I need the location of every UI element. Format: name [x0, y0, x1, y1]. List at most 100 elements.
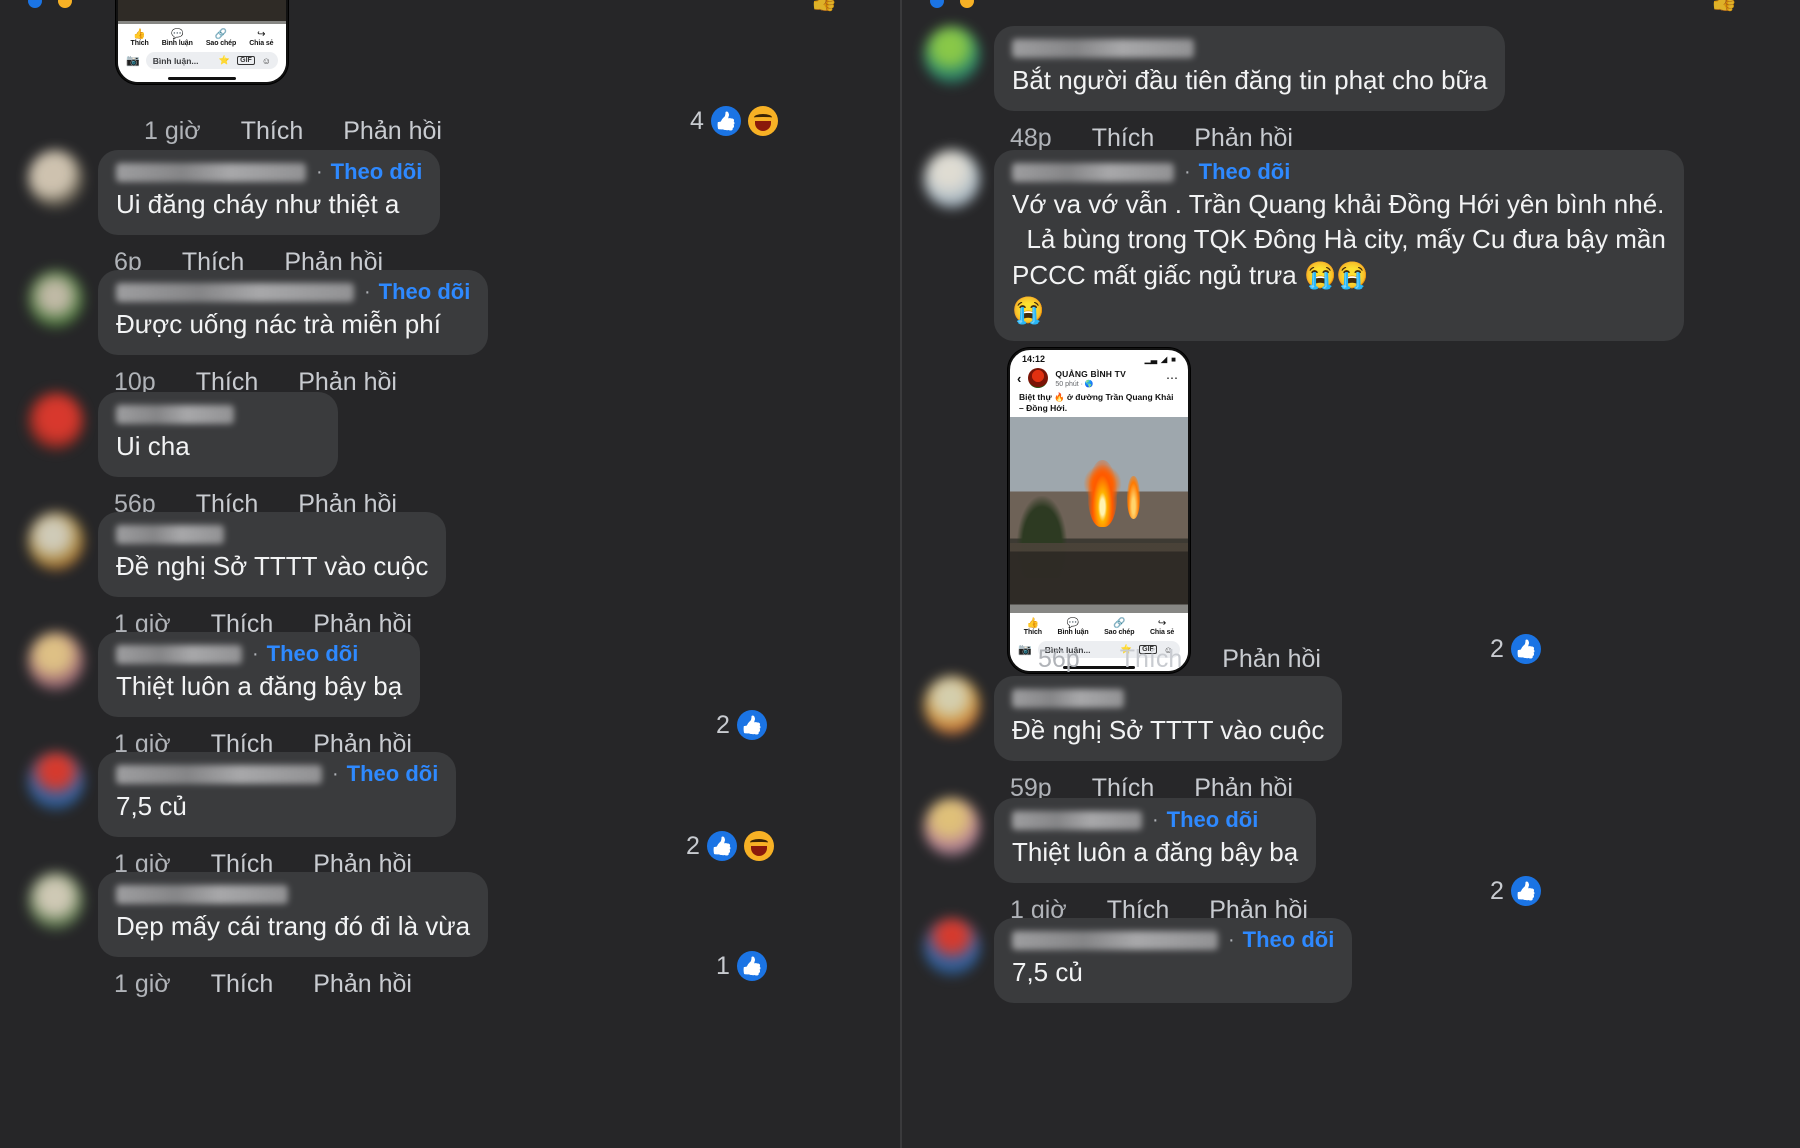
comment-item: Bắt người đầu tiên đăng tin phạt cho bữa… — [924, 26, 1506, 153]
like-button[interactable]: Thích — [1092, 124, 1155, 153]
follow-link[interactable]: Theo dõi — [1243, 927, 1335, 953]
comment-input-placeholder: Bình luận... — [152, 55, 199, 66]
author-name-blurred[interactable] — [116, 884, 288, 904]
avatar[interactable] — [28, 150, 84, 208]
post-like-action[interactable]: 👍 Thích — [131, 29, 149, 47]
post-composer[interactable]: 📷 Bình luận... ⭐ GIF ☺ — [118, 50, 286, 74]
comment-timestamp: 48p — [1010, 124, 1052, 153]
emoji-icon[interactable]: ☺ — [262, 56, 271, 66]
avatar[interactable] — [924, 676, 980, 734]
follow-link[interactable]: Theo dõi — [267, 641, 359, 667]
wifi-icon: ◢ — [1161, 354, 1168, 364]
reaction-count: 1 — [716, 951, 730, 980]
reply-button[interactable]: Phản hồi — [343, 117, 442, 146]
link-icon: 🔗 — [1113, 618, 1126, 630]
reaction-badge[interactable]: 4 — [690, 106, 778, 136]
follow-link[interactable]: Theo dõi — [1167, 807, 1259, 833]
like-button[interactable]: Thích — [211, 970, 274, 999]
comment-item: · Theo dõi 7,5 củ 1 giờ Thích Phản hồi — [28, 752, 457, 879]
avatar[interactable] — [924, 26, 980, 84]
comment-item: · Theo dõi Được uống nác trà miễn phí 10… — [28, 270, 489, 397]
avatar[interactable] — [28, 632, 84, 690]
post-comment-action[interactable]: 💬 Bình luận — [162, 29, 193, 47]
haha-icon — [960, 0, 974, 8]
name-separator: · — [364, 280, 371, 303]
ellipsis-icon[interactable]: ⋯ — [1166, 371, 1179, 385]
post-time-row: 50 phút · 🌎 — [1055, 380, 1126, 388]
post-copy-action[interactable]: 🔗 Sao chép — [206, 29, 236, 47]
follow-link[interactable]: Theo dõi — [331, 159, 423, 185]
author-name-blurred[interactable] — [116, 524, 224, 544]
author-name-blurred[interactable] — [116, 764, 322, 784]
link-icon: 🔗 — [214, 29, 228, 40]
comment-author-row — [1012, 35, 1487, 61]
reaction-badge[interactable]: 1 — [716, 951, 767, 981]
post-like-action[interactable]: 👍 Thích — [1024, 618, 1042, 636]
author-name-blurred[interactable] — [116, 282, 354, 302]
globe-icon: · 🌎 — [1080, 380, 1094, 388]
post-header: ‹ QUẢNG BÌNH TV 50 phút · 🌎 ⋯ — [1010, 365, 1188, 392]
avatar[interactable] — [28, 752, 84, 810]
follow-link[interactable]: Theo dõi — [1199, 159, 1291, 185]
back-chevron-icon[interactable]: ‹ — [1017, 372, 1021, 385]
post-share-label: Chia sẻ — [249, 40, 274, 47]
post-comment-action[interactable]: 💬 Bình luận — [1058, 618, 1089, 636]
author-name-blurred[interactable] — [116, 162, 306, 182]
right-comment-panel: 👍 Bắt người đầu tiên đăng tin phạt cho b… — [900, 0, 1800, 1148]
sticker-icon[interactable]: ⭐ — [219, 55, 230, 66]
post-time: 50 phút — [1055, 380, 1079, 388]
author-name-blurred[interactable] — [1012, 162, 1174, 182]
share-arrow-icon: ↪ — [1157, 618, 1167, 630]
avatar[interactable] — [28, 512, 84, 570]
comment-author-row: · Theo dõi — [116, 159, 422, 185]
reaction-badge[interactable]: 2 — [1490, 634, 1541, 664]
comment-item: · Theo dõi Vớ va vớ vẫn . Trần Quang khả… — [924, 150, 1684, 342]
attached-post-screenshot-right[interactable]: 14:12 ▁▃ ◢ ■ ‹ QUẢNG BÌNH TV 50 phút · 🌎 — [1008, 348, 1190, 674]
reaction-badge[interactable]: 2 — [716, 710, 767, 740]
avatar[interactable] — [924, 798, 980, 856]
author-name-blurred[interactable] — [116, 404, 234, 424]
follow-link[interactable]: Theo dõi — [347, 761, 439, 787]
reaction-count: 2 — [1490, 634, 1504, 663]
avatar[interactable] — [28, 270, 84, 328]
post-share-action[interactable]: ↪ Chia sẻ — [1150, 618, 1174, 636]
reaction-badge[interactable]: 2 — [686, 831, 774, 861]
reply-button[interactable]: Phản hồi — [1194, 124, 1293, 153]
reply-button[interactable]: Phản hồi — [313, 970, 412, 999]
page-name[interactable]: QUẢNG BÌNH TV — [1055, 369, 1126, 379]
avatar[interactable] — [924, 150, 980, 208]
camera-icon[interactable]: 📷 — [126, 54, 140, 67]
gif-icon[interactable]: GIF — [237, 56, 255, 65]
comment-text: Thiệt luôn a đăng bậy bạ — [116, 671, 403, 701]
author-name-blurred[interactable] — [116, 644, 242, 664]
author-name-blurred[interactable] — [1012, 930, 1218, 950]
author-name-blurred[interactable] — [1012, 810, 1142, 830]
page-avatar[interactable] — [1028, 368, 1049, 388]
like-reaction-icon — [1510, 876, 1541, 906]
avatar[interactable] — [924, 918, 980, 976]
status-time: 14:12 — [1022, 354, 1046, 364]
like-button[interactable]: Thích — [1120, 645, 1183, 674]
reaction-badge[interactable]: 2 — [1490, 876, 1541, 906]
like-icon — [930, 0, 944, 8]
avatar[interactable] — [28, 392, 84, 450]
avatar[interactable] — [28, 872, 84, 930]
comment-bubble: · Theo dõi 7,5 củ — [98, 752, 457, 838]
author-name-blurred[interactable] — [1012, 38, 1194, 58]
battery-icon: ■ — [1171, 354, 1176, 364]
post-share-action[interactable]: ↪ Chia sẻ — [249, 29, 273, 47]
name-separator: · — [1184, 160, 1191, 183]
like-button[interactable]: Thích — [241, 117, 304, 146]
follow-link[interactable]: Theo dõi — [379, 279, 471, 305]
name-separator: · — [1152, 808, 1159, 831]
reply-button[interactable]: Phản hồi — [1222, 645, 1321, 674]
reaction-count: 2 — [716, 710, 730, 739]
reaction-count: 4 — [690, 106, 704, 135]
post-copy-action[interactable]: 🔗 Sao chép — [1104, 618, 1134, 636]
author-name-blurred[interactable] — [1012, 688, 1124, 708]
name-separator: · — [332, 762, 339, 785]
attached-post-screenshot-left[interactable]: 👍 Thích 💬 Bình luận 🔗 Sao chép ↪ Chia sẻ… — [116, 0, 288, 84]
comment-input[interactable]: Bình luận... ⭐ GIF ☺ — [145, 52, 278, 69]
camera-icon[interactable]: 📷 — [1018, 643, 1032, 656]
post-comment-label: Bình luận — [1057, 629, 1089, 637]
